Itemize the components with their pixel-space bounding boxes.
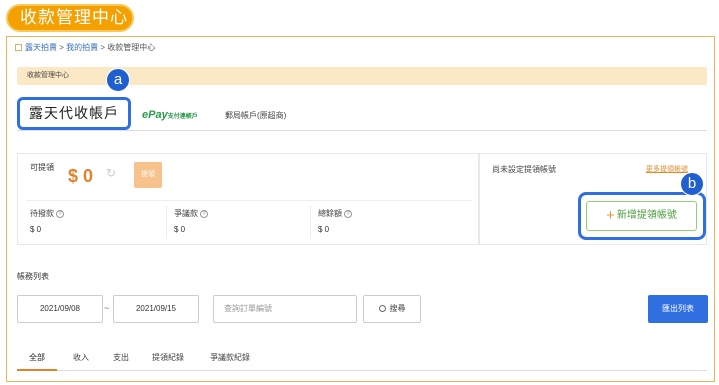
export-list-button[interactable]: 匯出列表 <box>648 295 708 323</box>
pending-stat: 待撥款? $ 0 <box>30 208 64 234</box>
date-to-input[interactable]: 2021/09/15 <box>113 295 199 323</box>
subtab-dispute-records[interactable]: 爭議款紀錄 <box>199 345 261 371</box>
more-accounts-link[interactable]: 更多提領帳號 <box>646 164 688 174</box>
balance-card: 可提領 $ 0 ↻ 提領 待撥款? $ 0 爭議款? $ 0 總餘額? $ 0 <box>17 153 479 245</box>
subtab-income[interactable]: 收入 <box>61 345 101 371</box>
breadcrumb-my-auctions[interactable]: 我的拍賣 <box>66 43 98 52</box>
date-range-separator: ~ <box>104 303 110 313</box>
page-title: 收款管理中心 <box>6 4 134 32</box>
tab-epay[interactable]: ePay支付連帳戶 <box>142 109 198 121</box>
breadcrumb-separator: > <box>98 43 108 52</box>
plus-icon: + <box>606 207 615 224</box>
breadcrumb-home[interactable]: 露天拍賣 <box>25 43 57 52</box>
record-tabs: 全部 收入 支出 提領紀錄 爭議款紀錄 <box>17 345 707 371</box>
withdrawable-amount: $ 0 <box>68 166 94 186</box>
divider <box>166 206 167 238</box>
add-withdraw-account-button[interactable]: + 新增提領帳號 <box>586 201 697 231</box>
no-account-notice: 尚未設定提領帳號 <box>492 165 556 174</box>
breadcrumb: 露天拍賣 > 我的拍賣 > 收款管理中心 <box>15 42 155 53</box>
tab-post-office[interactable]: 郵局帳戶(原超商) <box>225 110 286 121</box>
order-search-input[interactable]: 查詢訂單編號 <box>213 295 357 323</box>
pending-value: $ 0 <box>30 225 42 234</box>
divider <box>26 200 472 201</box>
total-label: 總餘額 <box>318 209 342 218</box>
account-tabs: 露天代收帳戶 ePay支付連帳戶 郵局帳戶(原超商) <box>17 97 707 131</box>
annotation-marker-b: b <box>680 172 704 196</box>
add-account-highlight: + 新增提領帳號 <box>578 192 706 240</box>
search-button-label: 搜尋 <box>389 304 406 313</box>
dispute-label: 爭議款 <box>174 209 198 218</box>
withdrawable-label: 可提領 <box>30 163 54 172</box>
list-title: 帳務列表 <box>17 272 49 281</box>
subtab-all[interactable]: 全部 <box>17 345 57 371</box>
help-icon[interactable]: ? <box>344 210 352 218</box>
divider <box>310 206 311 238</box>
refresh-icon[interactable]: ↻ <box>106 166 118 186</box>
breadcrumb-separator: > <box>57 43 67 52</box>
search-icon <box>378 305 386 312</box>
help-icon[interactable]: ? <box>56 210 64 218</box>
breadcrumb-current: 收款管理中心 <box>107 43 156 52</box>
tab-ruten-account[interactable]: 露天代收帳戶 <box>17 97 131 130</box>
subtab-expense[interactable]: 支出 <box>103 345 139 371</box>
tab-epay-sub: 支付連帳戶 <box>167 114 198 120</box>
dispute-stat: 爭議款? $ 0 <box>174 208 208 234</box>
total-stat: 總餘額? $ 0 <box>318 208 352 234</box>
search-button[interactable]: 搜尋 <box>363 295 421 323</box>
pending-label: 待撥款 <box>30 209 54 218</box>
tab-epay-label: ePay <box>142 109 168 121</box>
subtab-withdraw-records[interactable]: 提領紀錄 <box>141 345 195 371</box>
help-icon[interactable]: ? <box>200 210 208 218</box>
add-button-label: 新增提領帳號 <box>616 210 677 221</box>
date-from-input[interactable]: 2021/09/08 <box>17 295 103 323</box>
home-icon <box>15 44 22 51</box>
total-value: $ 0 <box>318 225 330 234</box>
account-card: 尚未設定提領帳號 更多提領帳號 + 新增提領帳號 <box>479 153 707 245</box>
annotation-marker-a: a <box>106 68 130 92</box>
dispute-value: $ 0 <box>174 225 186 234</box>
withdraw-button[interactable]: 提領 <box>134 162 162 188</box>
